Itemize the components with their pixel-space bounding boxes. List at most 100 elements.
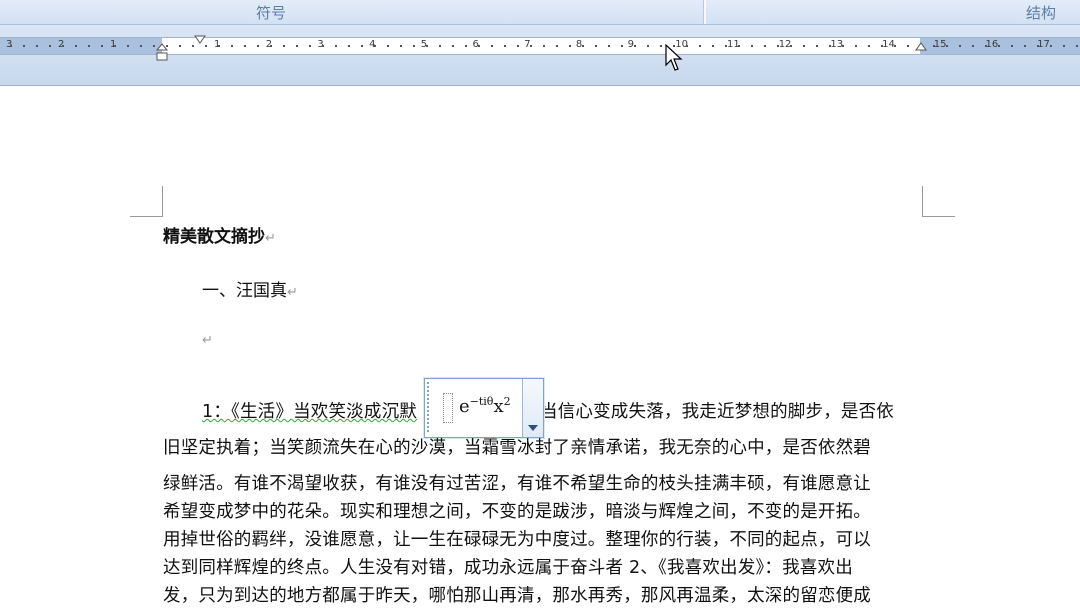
title-text: 精美散文摘抄: [163, 227, 265, 247]
paragraph-mark: ↵: [287, 285, 298, 300]
body-line-1a[interactable]: 1：《生活》当欢笑淡成沉默: [202, 398, 417, 423]
ruler-tick: [777, 45, 779, 47]
ruler-tick: [959, 45, 961, 47]
line-text: 当信心变成失落，我走近梦想的脚步，是否依: [540, 402, 894, 422]
ruler-tick: [361, 45, 363, 47]
ruler-tick: [270, 45, 272, 47]
eq-exponent: −tiθ: [469, 395, 494, 408]
ruler-tick: [1063, 45, 1065, 47]
body-line[interactable]: 绿鲜活。有谁不渴望收获，有谁没有过苦涩，有谁不希望生命的枝头挂满丰硕，有谁愿意让: [163, 470, 871, 495]
ruler-tick: [699, 45, 701, 47]
ruler-tick: [660, 45, 662, 47]
body-line[interactable]: 用掉世俗的羁绊，没谁愿意，让一生在碌碌无为中度过。整理你的行装，不同的起点，可以: [163, 526, 871, 551]
ruler-area: 3211234567891011121314151617: [0, 25, 1080, 86]
ruler-tick: [296, 45, 298, 47]
ruler-tick: [127, 45, 129, 47]
ruler-tick: [75, 45, 77, 47]
eq-var: x: [493, 396, 504, 417]
ruler-tick: [582, 45, 584, 47]
body-line-1b[interactable]: 当信心变成失落，我走近梦想的脚步，是否依: [540, 398, 894, 423]
ruler-tick: [1076, 45, 1078, 47]
paragraph-mark: ↵: [265, 231, 276, 246]
ruler-tick: [257, 45, 259, 47]
ruler-tick: [192, 45, 194, 47]
ribbon-group-strip: 符号 结构: [0, 0, 1080, 25]
ruler-tick: [244, 45, 246, 47]
ruler-tick: [751, 45, 753, 47]
ruler-tick: [101, 45, 103, 47]
ruler-tick: [738, 45, 740, 47]
ruler-tick: [725, 45, 727, 47]
margin-corner-top-right: [922, 186, 955, 217]
equation-options-button[interactable]: [522, 379, 543, 437]
equation-object[interactable]: e−tiθx2: [424, 378, 544, 438]
ruler-tick: [387, 45, 389, 47]
body-line[interactable]: 希望变成梦中的花朵。现实和理想之间，不变的是跋涉，暗淡与辉煌之间，不变的是开拓。: [163, 498, 871, 523]
ruler-tick: [309, 45, 311, 47]
ruler-tick: [595, 45, 597, 47]
ruler-tick: [998, 45, 1000, 47]
ruler-tick: [946, 45, 948, 47]
ruler-tick: [205, 45, 207, 47]
left-indent-marker[interactable]: [156, 40, 168, 64]
ruler-tick: [36, 45, 38, 47]
eq-base: e: [459, 396, 470, 417]
ruler-tick: [543, 45, 545, 47]
ruler-tick: [1037, 45, 1039, 47]
ruler-tick: [504, 45, 506, 47]
empty-paragraph[interactable]: ↵: [202, 332, 213, 348]
body-line[interactable]: 达到同样辉煌的终点。人生没有对错，成功永远属于奋斗者 2、《我喜欢出发》：我喜欢…: [163, 554, 853, 579]
paragraph-mark: ↵: [202, 333, 213, 348]
ruler-tick: [218, 45, 220, 47]
equation-move-handle[interactable]: [427, 382, 435, 432]
document-title[interactable]: 精美散文摘抄↵: [163, 222, 276, 247]
ruler-tick: [881, 45, 883, 47]
ruler-tick: [452, 45, 454, 47]
ruler-tick: [179, 45, 181, 47]
ruler-tick: [153, 45, 155, 47]
group-label-symbols[interactable]: 符号: [256, 2, 286, 23]
ruler-tick: [517, 45, 519, 47]
ruler-tick: [413, 45, 415, 47]
body-line[interactable]: 发，只为到达的地方都属于昨天，哪怕那山再清，那水再秀，那风再温柔，太深的留恋便成: [163, 582, 871, 607]
ruler-tick: [790, 45, 792, 47]
ruler-tick: [1024, 45, 1026, 47]
ruler-tick: [62, 45, 64, 47]
heading-wang-guozhen[interactable]: 一、汪国真↵: [202, 276, 298, 301]
ruler-tick: [283, 45, 285, 47]
ruler-tick: [829, 45, 831, 47]
equation-expression[interactable]: e−tiθx2: [459, 395, 511, 417]
line-text: 1：《生活》当欢笑淡成沉默: [202, 402, 417, 422]
ruler-tick: [114, 45, 116, 47]
ruler-tick: [608, 45, 610, 47]
ruler-number: 16: [985, 39, 999, 50]
group-label-structure[interactable]: 结构: [1026, 2, 1056, 23]
right-indent-marker[interactable]: [915, 40, 927, 52]
ruler-tick: [569, 45, 571, 47]
ruler-tick: [439, 45, 441, 47]
ruler-tick: [335, 45, 337, 47]
body-line[interactable]: 旧坚定执着；当笑颜流失在心的沙漠，当霜雪冰封了亲情承诺，我无奈的心中，是否依然碧: [163, 434, 871, 459]
ruler-tick: [231, 45, 233, 47]
ruler-tick: [465, 45, 467, 47]
ruler-tick: [686, 45, 688, 47]
document-page[interactable]: 精美散文摘抄↵ 一、汪国真↵ ↵ 1：《生活》当欢笑淡成沉默 当信心变成失落，我…: [0, 86, 1080, 608]
ruler-tick: [972, 45, 974, 47]
ruler-tick: [426, 45, 428, 47]
ruler-tick: [556, 45, 558, 47]
ruler-tick: [491, 45, 493, 47]
ruler-tick: [400, 45, 402, 47]
ruler-tick: [907, 45, 909, 47]
ruler-tick: [621, 45, 623, 47]
ruler-tick: [23, 45, 25, 47]
ruler-tick: [712, 45, 714, 47]
mouse-pointer-icon: [665, 44, 683, 71]
ruler-number: 14: [882, 39, 895, 50]
ruler-tick: [647, 45, 649, 47]
eq-var-exponent: 2: [503, 395, 511, 408]
equation-placeholder[interactable]: [443, 393, 453, 423]
ruler-tick: [634, 45, 636, 47]
ruler-tick: [374, 45, 376, 47]
first-line-indent-marker[interactable]: [194, 35, 206, 45]
ruler-tick: [348, 45, 350, 47]
